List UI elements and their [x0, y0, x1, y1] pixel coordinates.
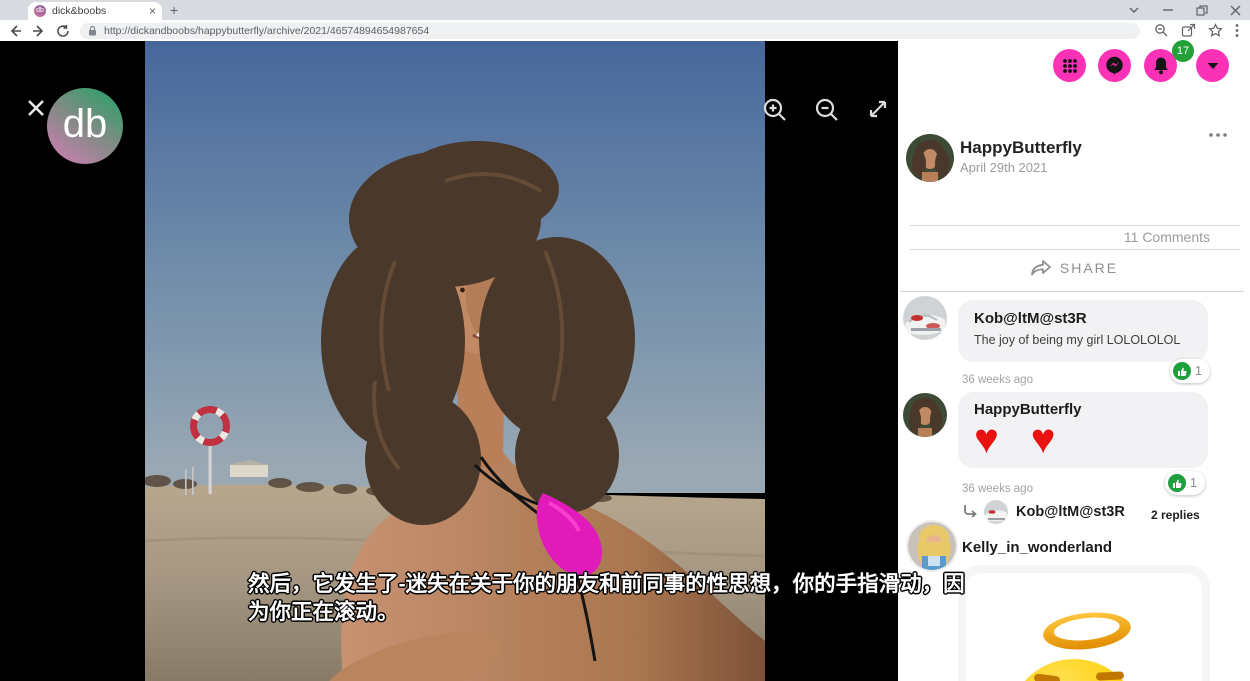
toolbar-actions	[1154, 23, 1239, 38]
zoom-out-icon[interactable]	[814, 97, 840, 125]
subtitle-line1: 然后，它发生了-迷失在关于你的朋友和前同事的性思想，你的手指滑动，因	[248, 570, 1008, 598]
divider	[910, 249, 1240, 250]
reply-author-name[interactable]: Kob@ltM@st3R	[1016, 504, 1125, 520]
window-minimize-icon[interactable]	[1162, 5, 1174, 15]
forward-icon[interactable]	[32, 24, 46, 38]
reply-author-avatar[interactable]	[984, 500, 1008, 524]
account-menu-button[interactable]	[1196, 49, 1229, 82]
browser-toolbar: http://dickandboobs/happybutterfly/archi…	[0, 20, 1250, 41]
reply-arrow-icon	[962, 504, 978, 518]
subtitle-line2: 为你正在滚动。	[248, 598, 1008, 626]
page-content: db	[0, 41, 1250, 681]
zoom-in-icon[interactable]	[762, 97, 788, 125]
comment-author-name[interactable]: Kelly_in_wonderland	[962, 539, 1112, 556]
tab-favicon-icon: db	[34, 5, 46, 17]
comment-like-badge[interactable]: 1	[1165, 471, 1205, 495]
browser-tab[interactable]: db dick&boobs ×	[28, 2, 162, 20]
back-icon[interactable]	[8, 24, 22, 38]
share-page-icon[interactable]	[1181, 23, 1196, 38]
apps-grid-icon	[1062, 58, 1078, 74]
post-author-avatar[interactable]	[906, 134, 954, 182]
viewer-tools	[762, 97, 890, 125]
share-arrow-icon	[1030, 259, 1052, 277]
comments-count[interactable]: 11 Comments	[898, 229, 1210, 245]
comment-bubble: Kob@ltM@st3R The joy of being my girl LO…	[958, 300, 1208, 362]
url-text: http://dickandboobs/happybutterfly/archi…	[104, 25, 429, 37]
share-button[interactable]: SHARE	[898, 259, 1250, 277]
divider	[900, 291, 1244, 292]
like-count: 1	[1190, 476, 1197, 490]
share-label: SHARE	[1060, 260, 1118, 276]
comment-time: 36 weeks ago	[962, 374, 1033, 386]
bookmark-star-icon[interactable]	[1208, 23, 1223, 38]
apps-grid-button[interactable]	[1053, 49, 1086, 82]
messenger-button[interactable]	[1098, 49, 1131, 82]
post-author-name[interactable]: HappyButterfly	[960, 138, 1082, 158]
comment-hearts: ♥ ♥	[974, 418, 1192, 460]
comment-bubble: HappyButterfly ♥ ♥	[958, 392, 1208, 468]
refresh-icon[interactable]	[56, 24, 70, 38]
viewer-close-icon[interactable]	[27, 99, 45, 117]
window-controls	[1128, 0, 1242, 20]
window-restore-icon[interactable]	[1196, 5, 1208, 16]
subtitle-overlay: 然后，它发生了-迷失在关于你的朋友和前同事的性思想，你的手指滑动，因 为你正在滚…	[248, 570, 1008, 626]
like-count: 1	[1195, 364, 1202, 378]
comment-author-avatar[interactable]	[903, 296, 947, 340]
new-tab-button[interactable]: +	[170, 2, 178, 18]
thumbs-up-icon	[1173, 362, 1191, 380]
url-bar[interactable]: http://dickandboobs/happybutterfly/archi…	[80, 23, 1140, 39]
comment-author-name[interactable]: Kob@ltM@st3R	[974, 310, 1192, 327]
comment-author-avatar[interactable]	[906, 520, 958, 572]
post-options-icon[interactable]	[1208, 125, 1228, 143]
post-date: April 29th 2021	[960, 160, 1047, 175]
window-menu-chevron-icon[interactable]	[1128, 5, 1140, 15]
divider	[910, 225, 1240, 226]
zoom-indicator-icon[interactable]	[1154, 23, 1169, 38]
comment-author-avatar[interactable]	[903, 393, 947, 437]
tab-title: dick&boobs	[52, 5, 143, 17]
messenger-icon	[1105, 56, 1124, 75]
thumbs-up-icon	[1168, 474, 1186, 492]
site-logo[interactable]: db	[47, 88, 123, 164]
browser-menu-icon[interactable]	[1235, 23, 1239, 38]
caret-down-icon	[1206, 61, 1220, 71]
notification-count-badge: 17	[1172, 40, 1194, 62]
fullscreen-expand-icon[interactable]	[866, 97, 890, 125]
comment-time: 36 weeks ago	[962, 483, 1033, 495]
screen: db dick&boobs × + http://dickandboobs/ha…	[0, 0, 1250, 681]
window-close-icon[interactable]	[1230, 5, 1242, 16]
browser-tab-strip: db dick&boobs × +	[0, 0, 1250, 20]
reply-count[interactable]: 2 replies	[1151, 508, 1200, 522]
comment-like-badge[interactable]: 1	[1170, 359, 1210, 383]
lock-icon	[88, 25, 97, 36]
tab-close-icon[interactable]: ×	[149, 4, 156, 18]
bell-icon	[1152, 56, 1170, 75]
comment-text: The joy of being my girl LOLOLOLOL	[974, 333, 1192, 347]
